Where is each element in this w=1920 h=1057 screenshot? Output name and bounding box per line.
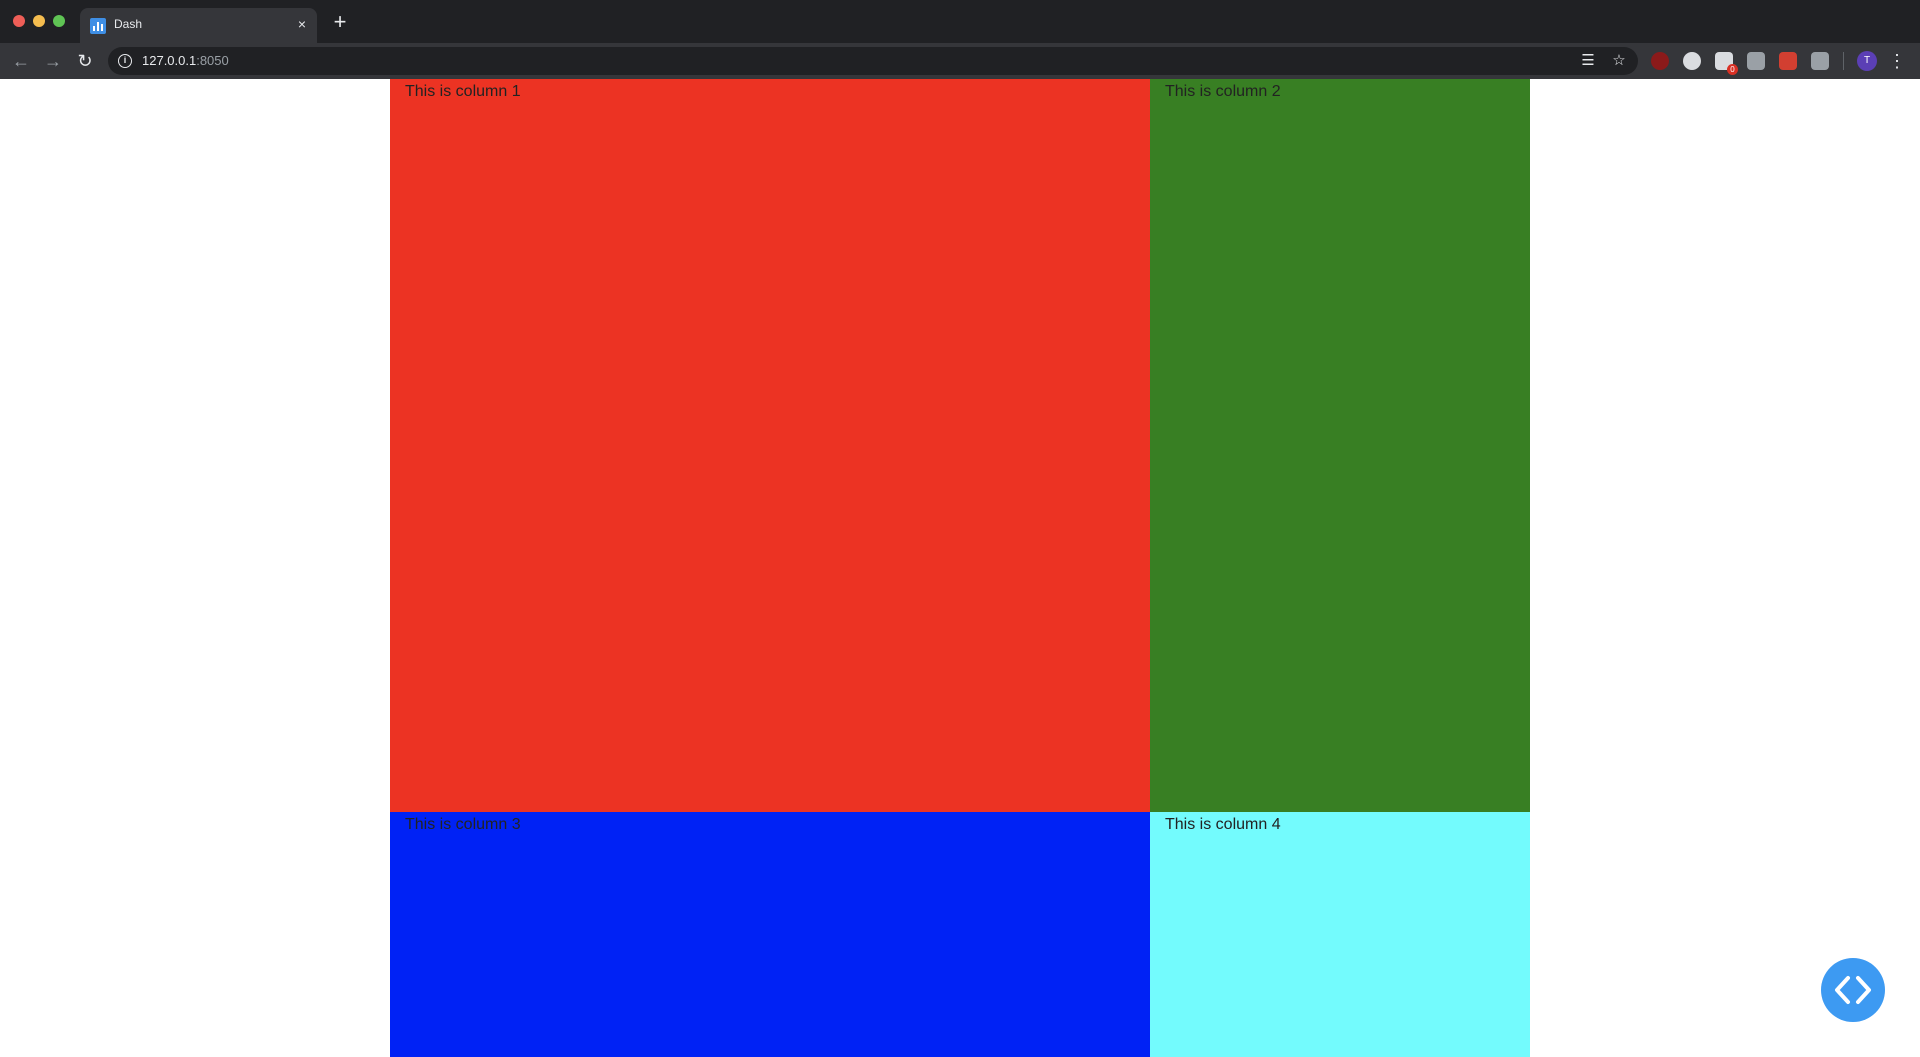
extension-b-icon[interactable] [1683, 52, 1701, 70]
column-2-label: This is column 2 [1165, 83, 1281, 100]
screenshot-icon[interactable] [1747, 52, 1765, 70]
back-arrow-icon[interactable]: ← [9, 49, 33, 73]
url-port: :8050 [196, 53, 229, 68]
column-3: This is column 3 [390, 812, 1150, 1057]
browser-tab-strip: Dash × + [0, 0, 1920, 43]
tab-title: Dash [114, 17, 143, 31]
url-text[interactable]: 127.0.0.1:8050 [142, 53, 229, 68]
extension-c-icon[interactable]: 0 [1715, 52, 1738, 75]
address-bar[interactable]: i 127.0.0.1:8050 ☰ ☆ [108, 47, 1638, 75]
extension-e-icon[interactable] [1779, 52, 1797, 70]
column-1-label: This is column 1 [405, 83, 521, 100]
column-3-label: This is column 3 [405, 816, 521, 833]
pocket-icon[interactable] [1811, 52, 1829, 70]
code-brackets-icon [1835, 976, 1871, 1004]
column-grid: This is column 1 This is column 2 This i… [390, 79, 1530, 1057]
dash-devtools-button[interactable] [1821, 958, 1885, 1022]
column-2: This is column 2 [1150, 79, 1530, 812]
site-info-icon[interactable]: i [118, 54, 132, 68]
window-minimize-button[interactable] [33, 15, 45, 27]
column-1: This is column 1 [390, 79, 1150, 812]
profile-avatar[interactable]: T [1857, 51, 1877, 71]
extension-badge: 0 [1727, 64, 1738, 75]
forward-arrow-icon[interactable]: → [41, 49, 65, 73]
column-4: This is column 4 [1150, 812, 1530, 1057]
dash-chart-icon [90, 18, 106, 34]
reload-icon[interactable]: ↻ [73, 49, 97, 73]
toolbar-divider [1843, 52, 1844, 70]
column-4-label: This is column 4 [1165, 816, 1281, 833]
ublock-icon[interactable] [1651, 52, 1669, 70]
tab-close-icon[interactable]: × [293, 15, 311, 33]
window-maximize-button[interactable] [53, 15, 65, 27]
browser-toolbar: ← → ↻ i 127.0.0.1:8050 ☰ ☆ 0 T ⋮ [0, 43, 1920, 79]
new-tab-button[interactable]: + [328, 10, 352, 34]
reader-mode-icon[interactable]: ☰ [1578, 51, 1598, 71]
browser-tab[interactable]: Dash × [80, 8, 317, 43]
browser-menu-icon[interactable]: ⋮ [1888, 49, 1906, 73]
window-close-button[interactable] [13, 15, 25, 27]
url-host: 127.0.0.1 [142, 53, 197, 68]
bookmark-star-icon[interactable]: ☆ [1609, 51, 1629, 71]
page-viewport: This is column 1 This is column 2 This i… [0, 79, 1920, 1057]
